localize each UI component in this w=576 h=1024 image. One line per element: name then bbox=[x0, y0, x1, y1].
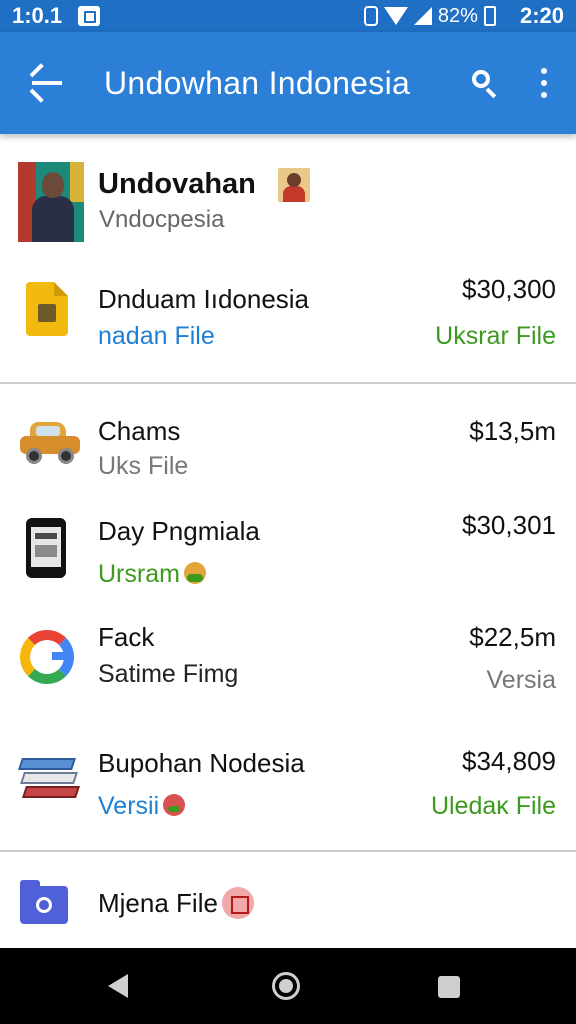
item-status: Uledaĸ File bbox=[430, 792, 556, 820]
flower-badge-icon bbox=[163, 794, 186, 817]
nav-home-icon[interactable] bbox=[272, 972, 300, 1000]
battery-icon bbox=[483, 6, 496, 26]
profile-subtitle: Vndocpesia bbox=[99, 206, 225, 233]
document-icon bbox=[26, 282, 68, 336]
app-bar: Undowhan Indonesia bbox=[0, 32, 576, 134]
phone-icon bbox=[26, 518, 66, 578]
notification-icon bbox=[78, 6, 101, 26]
person-badge-icon bbox=[278, 168, 310, 202]
profile-header[interactable]: Undovahan Vndocpesia bbox=[0, 150, 576, 250]
item-amount: $30,300 bbox=[462, 274, 556, 304]
list-item[interactable]: Chams Uks File $13,5m bbox=[0, 400, 576, 490]
google-icon bbox=[20, 630, 74, 684]
wifi-icon bbox=[383, 7, 408, 25]
item-status: Uksrar File bbox=[435, 322, 556, 350]
app-title: Undowhan Indonesia bbox=[104, 64, 411, 101]
vibrate-icon bbox=[363, 6, 378, 26]
list-item[interactable]: Day Pngmiala Ursram $30,301 bbox=[0, 506, 576, 606]
item-title: Day Pngmiala bbox=[98, 516, 260, 546]
item-subtitle: Satime Fimg bbox=[98, 660, 239, 688]
item-subtitle: Ursram bbox=[98, 560, 206, 589]
item-status: Versia bbox=[486, 666, 556, 694]
list-item[interactable]: Mjena File bbox=[0, 866, 576, 942]
folder-icon bbox=[20, 880, 68, 924]
item-title: Bupohan Nodesia bbox=[98, 748, 305, 778]
item-title: Mjena File bbox=[98, 887, 254, 921]
sun-badge-icon bbox=[183, 562, 206, 585]
search-icon[interactable] bbox=[470, 68, 500, 99]
signal-icon bbox=[413, 7, 432, 25]
divider bbox=[0, 850, 576, 852]
item-title: Dnduam Iıdonesia bbox=[98, 284, 310, 314]
status-time-left: 1:0.1 bbox=[12, 3, 63, 28]
item-title: Fack bbox=[98, 622, 155, 652]
books-icon bbox=[18, 758, 80, 802]
item-title: Chams bbox=[98, 416, 181, 446]
list-item[interactable]: Bupohan Nodesia Versii $34,809 Uledaĸ Fi… bbox=[0, 736, 576, 840]
stamp-badge-icon bbox=[221, 887, 254, 920]
item-subtitle: Versii bbox=[98, 792, 186, 821]
item-amount: $22,5m bbox=[469, 622, 556, 652]
status-time-right: 2:20 bbox=[519, 3, 564, 28]
item-subtitle: Uks File bbox=[98, 452, 189, 480]
divider bbox=[0, 382, 576, 384]
more-options-icon[interactable] bbox=[532, 66, 556, 100]
status-icons: 82% 2:20 bbox=[363, 3, 564, 29]
battery-percent: 82% bbox=[437, 4, 478, 27]
navigation-bar bbox=[0, 948, 576, 1024]
profile-avatar bbox=[18, 162, 84, 242]
car-icon bbox=[18, 418, 82, 466]
back-arrow-icon[interactable] bbox=[16, 53, 76, 113]
list-item[interactable]: Dnduam Iıdonesia nadan File $30,300 Uksr… bbox=[0, 262, 576, 372]
nav-recents-icon[interactable] bbox=[438, 976, 460, 998]
status-bar: 1:0.1 82% 2:20 bbox=[0, 0, 576, 32]
profile-name: Undovahan bbox=[98, 168, 256, 200]
item-amount: $34,809 bbox=[462, 746, 556, 776]
list-item[interactable]: Fack Satime Fimg $22,5m Versia bbox=[0, 612, 576, 722]
item-amount: $13,5m bbox=[469, 416, 556, 446]
nav-back-icon[interactable] bbox=[108, 974, 128, 998]
item-subtitle: nadan File bbox=[98, 322, 215, 350]
item-amount: $30,301 bbox=[462, 510, 556, 540]
